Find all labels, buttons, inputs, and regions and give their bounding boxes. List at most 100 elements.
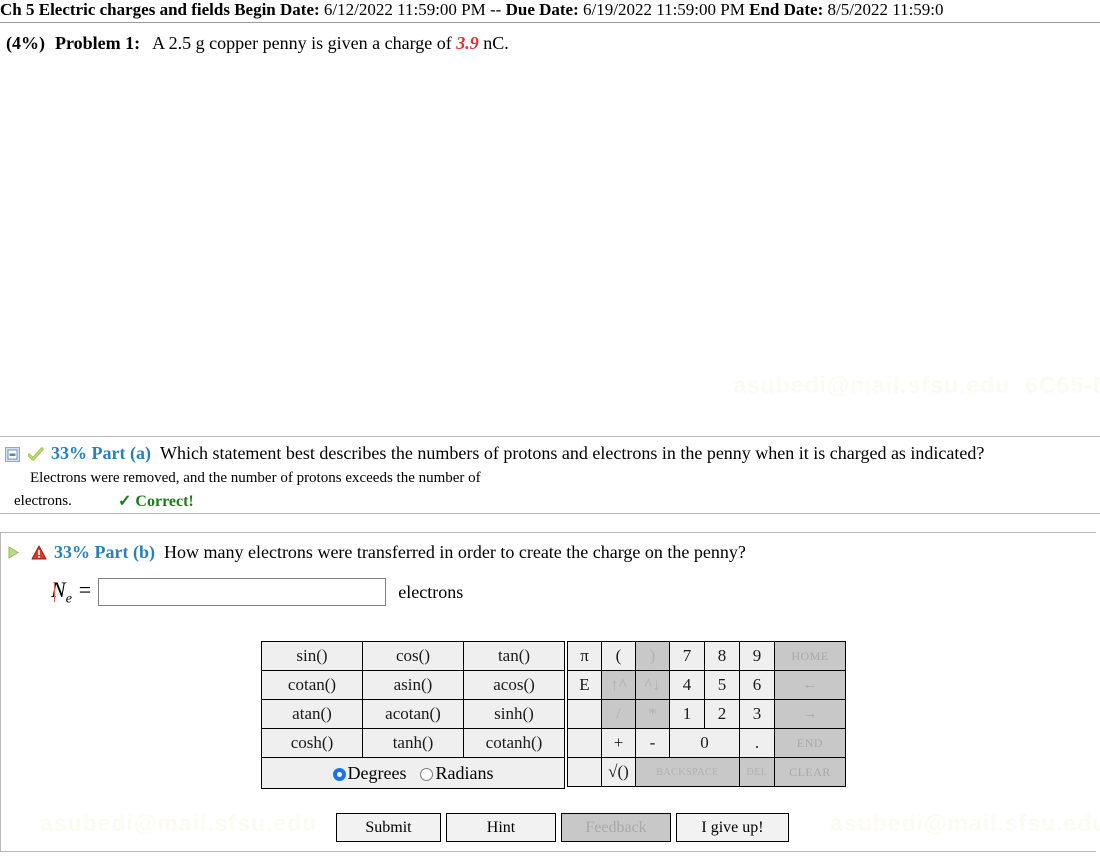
table-row: E ↑^ ^↓ 4 5 6 ←	[567, 670, 846, 700]
table-row: atan() acotan() sinh()	[261, 699, 565, 729]
problem-text-after: nC.	[483, 33, 509, 53]
key-sin[interactable]: sin()	[261, 641, 363, 671]
due-date-label: Due Date:	[505, 0, 579, 19]
key-minus[interactable]: -	[635, 728, 670, 758]
key-e[interactable]: E	[567, 670, 602, 700]
key-cos[interactable]: cos()	[362, 641, 464, 671]
key-divide: /	[601, 699, 636, 729]
green-check-icon	[28, 447, 44, 462]
key-plus[interactable]: +	[601, 728, 636, 758]
problem-highlight-value: 3.9	[456, 33, 479, 53]
part-a-percent-label: 33% Part (a)	[51, 443, 151, 463]
degrees-radio-option[interactable]: Degrees	[332, 763, 407, 783]
action-button-bar: Submit Hint Feedback I give up!	[336, 813, 789, 842]
key-5[interactable]: 5	[704, 670, 740, 700]
key-blank-1[interactable]	[567, 699, 602, 729]
radians-radio-option[interactable]: Radians	[420, 763, 493, 783]
part-b-percent-label: 33% Part (b)	[54, 542, 155, 562]
key-sinh[interactable]: sinh()	[463, 699, 565, 729]
table-row: + - 0 . END	[567, 728, 846, 758]
submit-button[interactable]: Submit	[336, 813, 441, 842]
problem-number: Problem 1:	[55, 33, 141, 53]
keypad-functions-panel: sin() cos() tan() cotan() asin() acos() …	[261, 641, 565, 789]
key-power-down: ^↓	[635, 670, 670, 700]
key-backspace: BACKSPACE	[635, 757, 740, 787]
key-multiply: *	[635, 699, 670, 729]
feedback-button: Feedback	[561, 813, 671, 842]
key-2[interactable]: 2	[704, 699, 740, 729]
part-a-header: 33% Part (a) Which statement best descri…	[0, 443, 1100, 465]
radians-label: Radians	[435, 763, 494, 783]
key-blank-2[interactable]	[567, 728, 602, 758]
key-open-paren[interactable]: (	[601, 641, 636, 671]
give-up-button[interactable]: I give up!	[676, 813, 789, 842]
key-1[interactable]: 1	[669, 699, 705, 729]
degrees-label: Degrees	[347, 763, 407, 783]
key-power-up: ↑^	[601, 670, 636, 700]
answer-input[interactable]	[98, 578, 387, 607]
begin-date-label: Begin Date:	[234, 0, 320, 19]
text-cursor	[54, 582, 55, 602]
table-row: √() BACKSPACE DEL CLEAR	[567, 757, 846, 787]
red-warning-triangle-icon	[31, 545, 47, 560]
green-triangle-right-icon[interactable]	[6, 545, 21, 560]
key-cotan[interactable]: cotan()	[261, 670, 363, 700]
key-6[interactable]: 6	[739, 670, 775, 700]
key-decimal[interactable]: .	[739, 728, 775, 758]
degrees-radio-button[interactable]	[332, 768, 346, 781]
numeric-key-table: π ( ) 7 8 9 HOME E ↑^ ^↓ 4 5 6 ← / * 1 2…	[567, 641, 846, 787]
key-home: HOME	[774, 641, 846, 671]
collapse-box-icon[interactable]	[5, 447, 20, 462]
part-b-header: 33% Part (b) How many electrons were tra…	[1, 533, 1096, 566]
end-date-value: 8/5/2022 11:59:0	[827, 0, 944, 19]
key-8[interactable]: 8	[704, 641, 740, 671]
angle-mode-selector: Degrees Radians	[261, 758, 565, 789]
problem-weight: (4%)	[6, 33, 45, 53]
key-tan[interactable]: tan()	[463, 641, 565, 671]
key-clear: CLEAR	[774, 757, 846, 787]
key-asin[interactable]: asin()	[362, 670, 464, 700]
key-cotanh[interactable]: cotanh()	[463, 728, 565, 758]
key-7[interactable]: 7	[669, 641, 705, 671]
header-separator: --	[490, 0, 502, 19]
key-atan[interactable]: atan()	[261, 699, 363, 729]
begin-date-value: 6/12/2022 11:59:00 PM	[323, 0, 486, 19]
key-arrow-right: →	[774, 699, 846, 729]
assignment-title: Ch 5 Electric charges and fields	[0, 0, 230, 19]
problem-statement: (4%) Problem 1: A 2.5 g copper penny is gi…	[6, 31, 509, 55]
problem-text-before: A 2.5 g copper penny is given a charge o…	[152, 33, 452, 53]
part-a-answer-line-2: electrons.	[14, 493, 72, 509]
key-blank-3[interactable]	[567, 757, 602, 787]
hint-button[interactable]: Hint	[446, 813, 556, 842]
watermark-email-top: asubedi@mail.sfsu.edu 6C65-D3-8F	[733, 372, 1100, 398]
table-row: π ( ) 7 8 9 HOME	[567, 641, 846, 671]
key-acotan[interactable]: acotan()	[362, 699, 464, 729]
key-cosh[interactable]: cosh()	[261, 728, 363, 758]
answer-unit-label: electrons	[398, 581, 464, 602]
part-b-answer-row: Ne = electrons	[51, 577, 463, 607]
part-a-answer-line-1: Electrons were removed, and the number o…	[30, 470, 481, 486]
key-acos[interactable]: acos()	[463, 670, 565, 700]
key-sqrt[interactable]: √()	[601, 757, 636, 787]
key-end: END	[774, 728, 846, 758]
radians-radio-button[interactable]	[420, 768, 434, 781]
assignment-header: Ch 5 Electric charges and fields Begin D…	[0, 0, 1100, 22]
key-pi[interactable]: π	[567, 641, 602, 671]
due-date-value: 6/19/2022 11:59:00 PM	[583, 0, 745, 19]
part-a-correct-badge: ✓ Correct!	[118, 493, 194, 510]
table-row: cosh() tanh() cotanh()	[261, 728, 565, 758]
end-date-label: End Date:	[749, 0, 824, 19]
key-4[interactable]: 4	[669, 670, 705, 700]
part-b-question: How many electrons were transferred in o…	[163, 542, 746, 562]
key-0[interactable]: 0	[669, 728, 740, 758]
key-9[interactable]: 9	[739, 641, 775, 671]
table-row: cotan() asin() acos()	[261, 670, 565, 700]
answer-variable-label: Ne =	[51, 577, 93, 607]
part-a-question: Which statement best describes the numbe…	[159, 443, 985, 463]
key-tanh[interactable]: tanh()	[362, 728, 464, 758]
key-del: DEL	[739, 757, 775, 787]
header-divider	[0, 22, 1100, 23]
key-3[interactable]: 3	[739, 699, 775, 729]
part-a-section: 33% Part (a) Which statement best descri…	[0, 436, 1100, 514]
calculator-keypad: sin() cos() tan() cotan() asin() acos() …	[261, 641, 846, 789]
